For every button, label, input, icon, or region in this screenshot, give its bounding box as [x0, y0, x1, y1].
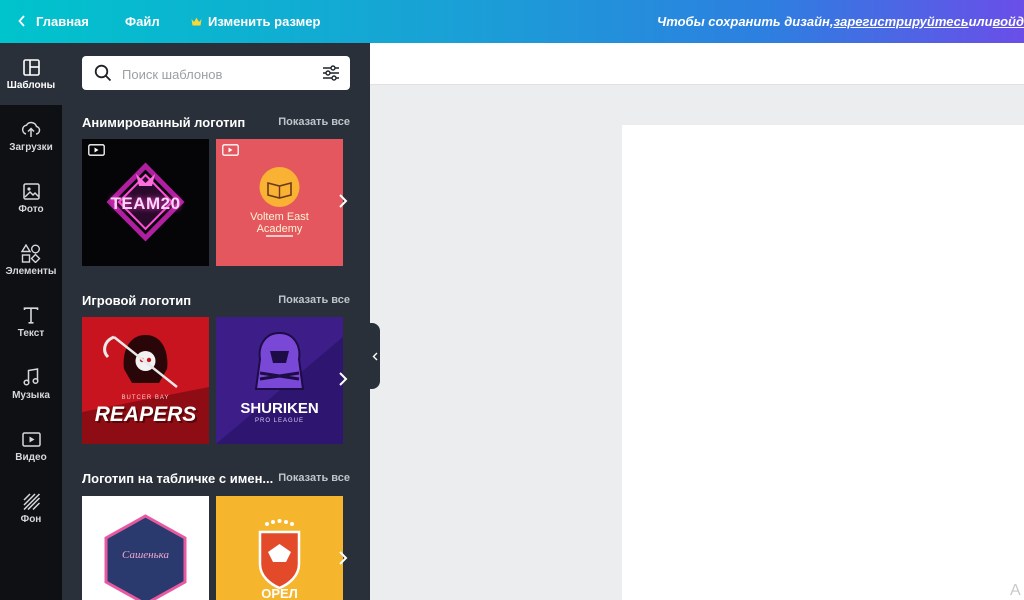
chevron-right-icon — [339, 551, 348, 565]
template-card-text: TEAM20 — [110, 194, 181, 213]
next-arrow-button[interactable] — [338, 550, 352, 570]
show-all-link[interactable]: Показать все — [278, 472, 350, 484]
template-card-shuriken[interactable]: SHURIKEN PRO LEAGUE — [216, 317, 343, 444]
sidebar-rail: Шаблоны Загрузки Фото Элементы Текст Муз… — [0, 43, 62, 600]
template-card-sashenka[interactable]: Сашенька — [82, 496, 209, 600]
elements-icon — [21, 243, 41, 263]
file-menu-button[interactable]: Файл — [125, 0, 160, 43]
sidebar-item-label: Музыка — [12, 390, 50, 401]
home-label: Главная — [36, 14, 89, 29]
section-title: Логотип на табличке с имен... — [82, 471, 274, 486]
chevron-left-icon — [18, 14, 26, 30]
sidebar-item-label: Текст — [17, 328, 45, 339]
section-title: Анимированный логотип — [82, 115, 246, 130]
chevron-right-icon — [339, 372, 348, 386]
sidebar-item-uploads[interactable]: Загрузки — [0, 105, 62, 167]
template-card-small-text: PRO LEAGUE — [254, 418, 304, 424]
search-icon — [94, 64, 112, 87]
crown-icon — [191, 15, 202, 29]
template-card-text: Academy — [256, 223, 303, 235]
template-card-reapers[interactable]: BUTCER BAY REAPERS — [82, 317, 209, 444]
save-prompt: Чтобы сохранить дизайн, зарегистрируйтес… — [657, 0, 1024, 43]
next-arrow-button[interactable] — [338, 193, 352, 213]
template-card-small-text: BUTCER BAY — [121, 395, 170, 401]
sidebar-item-label: Элементы — [5, 266, 57, 277]
upload-icon — [21, 119, 41, 139]
sidebar-item-video[interactable]: Видео — [0, 415, 62, 477]
template-card-text: Voltem East — [250, 211, 309, 223]
video-badge-icon — [88, 143, 105, 161]
template-card-text: ОРЕЛ — [261, 586, 298, 600]
sidebar-item-text[interactable]: Текст — [0, 291, 62, 353]
music-icon — [23, 367, 39, 387]
sidebar-item-elements[interactable]: Элементы — [0, 229, 62, 291]
next-arrow-button[interactable] — [338, 371, 352, 391]
sidebar-item-label: Видео — [15, 452, 47, 463]
top-bar: Главная Файл Изменить размер Чтобы сохра… — [0, 0, 1024, 43]
show-all-link[interactable]: Показать все — [278, 116, 350, 128]
sidebar-item-label: Загрузки — [9, 142, 53, 153]
template-artwork — [216, 496, 343, 600]
resize-label: Изменить размер — [208, 14, 321, 29]
search-input[interactable] — [120, 63, 314, 85]
show-all-link[interactable]: Показать все — [278, 294, 350, 306]
templates-icon — [22, 57, 40, 77]
or-text: или — [968, 14, 993, 29]
login-link[interactable]: войд — [993, 14, 1024, 29]
canvas-corner-text: A — [1010, 582, 1021, 599]
template-card-orel[interactable]: ОРЕЛ — [216, 496, 343, 600]
sidebar-item-label: Фото — [18, 204, 44, 215]
collapse-panel-button[interactable] — [370, 323, 380, 389]
filter-icon[interactable] — [322, 64, 340, 87]
sidebar-item-photos[interactable]: Фото — [0, 167, 62, 229]
editor-toolbar — [370, 43, 1024, 85]
background-icon — [22, 491, 40, 511]
chevron-left-icon — [372, 352, 378, 360]
template-card-voltem-academy[interactable]: Voltem East Academy — [216, 139, 343, 266]
design-canvas[interactable] — [622, 125, 1024, 600]
search-box — [82, 56, 350, 90]
video-badge-icon — [222, 143, 239, 161]
text-icon — [23, 305, 39, 325]
template-artwork — [216, 317, 343, 444]
sidebar-item-music[interactable]: Музыка — [0, 353, 62, 415]
home-button[interactable]: Главная — [18, 0, 89, 43]
template-card-text: REAPERS — [94, 403, 197, 426]
save-prefix: Чтобы сохранить дизайн, — [657, 14, 834, 29]
file-label: Файл — [125, 14, 160, 29]
register-link[interactable]: зарегистрируйтесь — [833, 14, 968, 29]
chevron-right-icon — [339, 194, 348, 208]
resize-button[interactable]: Изменить размер — [191, 0, 320, 43]
video-icon — [21, 429, 41, 449]
sidebar-item-label: Шаблоны — [6, 80, 56, 91]
templates-panel: Анимированный логотип Показать все TEAM2… — [62, 43, 370, 600]
sidebar-item-label: Фон — [20, 514, 42, 525]
photo-icon — [22, 181, 40, 201]
sidebar-item-templates[interactable]: Шаблоны — [0, 43, 62, 105]
sidebar-item-background[interactable]: Фон — [0, 477, 62, 539]
section-title: Игровой логотип — [82, 293, 192, 308]
template-card-text: Сашенька — [122, 549, 169, 561]
template-artwork — [82, 496, 209, 600]
template-card-team20[interactable]: TEAM20 — [82, 139, 209, 266]
template-card-text: SHURIKEN — [240, 400, 319, 417]
